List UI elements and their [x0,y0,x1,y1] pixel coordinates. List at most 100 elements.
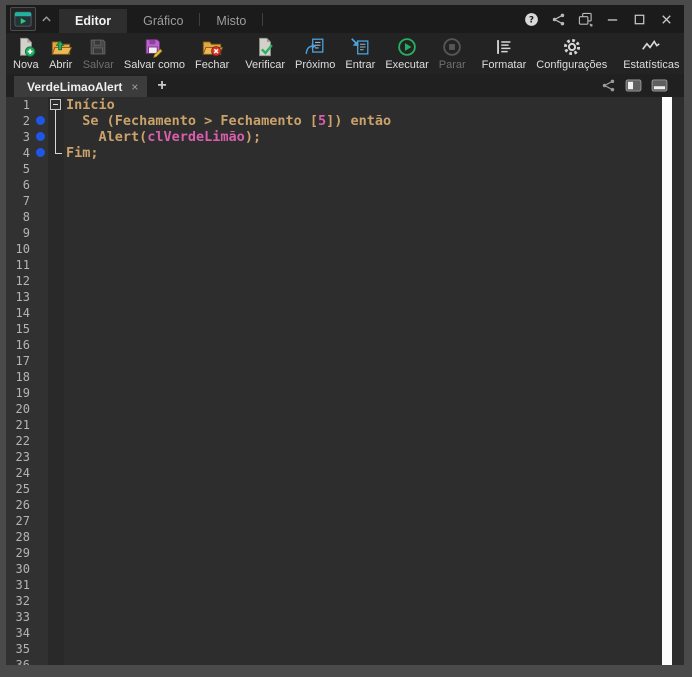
new-tab-button[interactable]: + [147,77,176,94]
toolbar-button-label: Estatísticas [623,59,680,71]
toolbar-button-label: Salvar como [123,59,186,71]
run-icon [395,36,419,58]
toolbar-button-label: Formatar [481,59,527,71]
fold-guide-line [55,110,56,153]
app-menu-button[interactable] [10,7,36,31]
code-line: Fim; [66,145,99,161]
help-button[interactable]: ? [523,11,539,27]
code-token-constant: 5 [317,113,327,129]
line-number: 22 [15,434,30,448]
toolbar: Nova Abrir Salvar Salvar como Fechar Verifica… [6,33,684,74]
toolbar-button-nova[interactable]: Nova [8,33,44,74]
toolbar-button-salvar-como[interactable]: Salvar como [119,33,190,74]
line-number: 24 [15,466,30,480]
line-number: 16 [15,338,30,352]
settings-icon [560,36,584,58]
close-icon [659,12,674,27]
app-tab-label: Misto [216,14,247,28]
app-tab-misto[interactable]: Misto [200,9,262,33]
line-number: 1 [22,98,30,112]
toolbar-button-entrar[interactable]: Entrar [340,33,380,74]
line-number: 31 [15,578,30,592]
window-controls: ? [523,11,684,27]
code-token-default: Início [66,97,115,113]
code-line: Início [66,97,115,113]
line-number: 17 [15,354,30,368]
code-token-default: Alert( [66,129,148,145]
toolbar-button-configurac-o-es[interactable]: Configurações [531,33,612,74]
close-button[interactable] [658,11,674,27]
toolbar-button-label: Verificar [245,59,286,71]
stop-icon [440,36,464,58]
toolbar-button-pro-ximo[interactable]: Próximo [290,33,340,74]
line-number: 30 [15,562,30,576]
fold-guide-corner [55,153,62,154]
toolbar-button-salvar: Salvar [78,33,119,74]
line-number: 10 [15,242,30,256]
app-logo-icon [14,10,32,28]
line-number: 20 [15,402,30,416]
vertical-scrollbar[interactable] [662,97,672,665]
toolbar-button-abrir[interactable]: Abrir [44,33,78,74]
code-line: Se (Fechamento > Fechamento [5]) então [66,113,391,129]
line-number: 15 [15,322,30,336]
code-area[interactable]: Início Se (Fechamento > Fechamento [5]) … [64,97,662,665]
line-number: 23 [15,450,30,464]
app-tab-grafico[interactable]: Gráfico [127,9,199,33]
share-button[interactable] [601,78,616,93]
code-editor[interactable]: 1 2 3 4 5 6 7 8 9 10 11 12 13 14 15 16 17 18 19 20 21 22 23 24 2… [6,97,684,665]
file-tab-verdelimaoalert[interactable]: VerdeLimaoAlert × [14,76,148,97]
code-token-default: Fim; [66,145,99,161]
close-tab-icon[interactable]: × [131,81,138,93]
line-number: 14 [15,306,30,320]
toolbar-button-label: Próximo [295,59,336,71]
line-number: 4 [22,146,30,160]
toolbar-button-formatar[interactable]: Formatar [477,33,532,74]
line-number: 25 [15,482,30,496]
toolbar-button-label: Abrir [49,59,73,71]
split-horizontal-icon [651,79,668,92]
minimize-icon [605,12,620,27]
line-number: 27 [15,514,30,528]
save-icon [86,36,110,58]
tab-actions [601,78,684,93]
share-button[interactable] [550,11,566,27]
toolbar-button-parar: Parar [434,33,471,74]
fold-collapse-icon[interactable] [50,99,61,110]
app-tab-editor[interactable]: Editor [59,9,128,33]
maximize-button[interactable] [631,11,647,27]
toolbar-button-estati-sticas[interactable]: Estatísticas [618,33,684,74]
line-number: 5 [22,162,30,176]
line-number: 32 [15,594,30,608]
toolbar-button-executar[interactable]: Executar [380,33,433,74]
line-number: 34 [15,626,30,640]
split-vertical-button[interactable] [625,79,642,92]
line-number: 21 [15,418,30,432]
line-number: 19 [15,386,30,400]
fold-margin[interactable] [48,97,64,665]
minimize-button[interactable] [604,11,620,27]
detach-button[interactable] [577,11,593,27]
toolbar-button-fechar[interactable]: Fechar [190,33,234,74]
toolbar-button-label: Salvar [82,59,114,71]
line-number: 26 [15,498,30,512]
breakpoint-margin[interactable] [34,97,48,665]
detach-icon [578,12,593,27]
line-number: 7 [22,194,30,208]
line-number: 28 [15,530,30,544]
breakpoint-dot[interactable] [36,148,45,157]
app-window: Editor Gráfico Misto ? Nova Abrir Salvar Sa… [0,0,692,677]
breakpoint-dot[interactable] [36,116,45,125]
line-number: 6 [22,178,30,192]
collapse-ribbon-button[interactable] [41,15,52,23]
toolbar-button-verificar[interactable]: Verificar [240,33,290,74]
share-icon [601,78,616,93]
statistics-icon [639,36,663,58]
line-number: 29 [15,546,30,560]
split-horizontal-button[interactable] [651,79,668,92]
toolbar-button-label: Nova [13,59,39,71]
file-tabbar: VerdeLimaoAlert × + [6,74,684,97]
line-number: 36 [15,658,30,665]
chevron-up-icon [41,15,52,23]
breakpoint-dot[interactable] [36,132,45,141]
